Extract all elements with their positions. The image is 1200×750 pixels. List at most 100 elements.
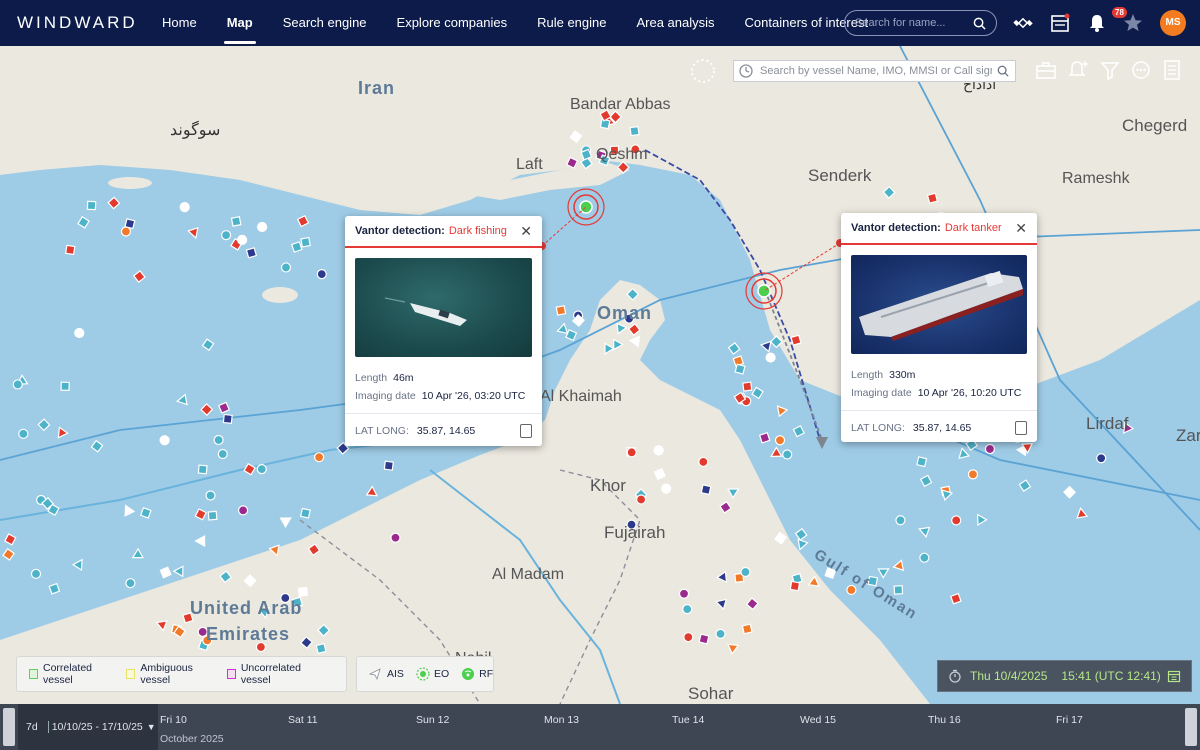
vessel-search-input[interactable] <box>760 65 992 77</box>
vessel-marker[interactable] <box>700 484 712 496</box>
vessel-marker[interactable] <box>86 200 97 211</box>
vessel-marker[interactable] <box>714 597 728 611</box>
vessel-marker[interactable] <box>774 435 786 446</box>
vessel-marker[interactable] <box>159 435 170 446</box>
copy-icon[interactable] <box>1015 420 1027 435</box>
vessel-marker[interactable] <box>201 338 215 352</box>
vessel-marker[interactable] <box>882 185 896 199</box>
vessel-marker[interactable] <box>1018 479 1032 492</box>
legend-item-correlated[interactable]: Correlated vessel <box>29 662 114 686</box>
vessel-marker[interactable] <box>290 241 303 253</box>
vessel-marker[interactable] <box>172 565 184 578</box>
nav-map[interactable]: Map <box>212 0 268 46</box>
vessel-marker[interactable] <box>628 335 641 348</box>
vessel-marker[interactable] <box>555 305 567 316</box>
vessel-marker[interactable] <box>315 642 327 655</box>
vessel-marker[interactable] <box>682 604 693 615</box>
vessel-marker[interactable] <box>176 393 188 407</box>
vessel-marker[interactable] <box>107 196 121 210</box>
timeline-day[interactable]: Mon 13 <box>544 714 579 726</box>
more-options-icon[interactable] <box>1129 58 1153 82</box>
vessel-marker[interactable] <box>279 514 294 528</box>
vessel-marker[interactable] <box>297 586 308 597</box>
vessel-marker[interactable] <box>317 623 331 637</box>
vessel-marker[interactable] <box>280 262 292 273</box>
vessel-marker[interactable] <box>257 221 268 233</box>
vessel-marker[interactable] <box>892 559 905 572</box>
vessel-marker[interactable] <box>949 592 962 605</box>
timeline-right-handle[interactable] <box>1185 708 1197 746</box>
vessel-marker[interactable] <box>741 623 753 635</box>
vessel-marker[interactable] <box>626 287 640 301</box>
vessel-marker[interactable] <box>2 548 15 561</box>
vessel-marker[interactable] <box>197 464 208 475</box>
vessel-marker[interactable] <box>1096 453 1107 464</box>
copy-icon[interactable] <box>520 423 532 438</box>
vessel-marker[interactable] <box>48 582 61 595</box>
vessel-marker[interactable] <box>217 401 231 414</box>
timeline-range-selector[interactable]: 7d 10/10/25 - 17/10/25 ▼ <box>18 704 158 750</box>
vessel-marker[interactable] <box>789 580 801 592</box>
vessel-marker[interactable] <box>245 247 258 259</box>
vessel-marker[interactable] <box>919 474 933 488</box>
close-icon[interactable]: ✕ <box>520 223 532 240</box>
vessel-marker[interactable] <box>219 570 233 584</box>
toolbox-icon[interactable] <box>1034 58 1058 82</box>
vessel-marker[interactable] <box>918 524 931 538</box>
vessel-marker[interactable] <box>237 234 248 246</box>
vessel-marker[interactable] <box>121 503 136 517</box>
vessel-marker[interactable] <box>774 403 789 418</box>
vessel-marker[interactable] <box>124 218 136 230</box>
vessel-marker[interactable] <box>64 244 76 256</box>
vessel-marker[interactable] <box>243 462 256 476</box>
vessel-marker[interactable] <box>37 418 51 432</box>
vessel-marker[interactable] <box>629 125 640 137</box>
vessel-marker[interactable] <box>661 483 672 494</box>
vessel-marker[interactable] <box>727 641 740 655</box>
legend-item-uncorrelated[interactable]: Uncorrelated vessel <box>226 662 322 686</box>
timeline-day[interactable]: Wed 15 <box>800 714 836 726</box>
vessel-marker[interactable] <box>758 431 771 444</box>
vessel-marker[interactable] <box>698 456 709 468</box>
stopwatch-icon[interactable] <box>948 669 962 683</box>
vessel-marker[interactable] <box>973 512 988 526</box>
vessel-marker[interactable] <box>4 533 17 546</box>
vessel-marker[interactable] <box>230 216 242 227</box>
filter-icon[interactable] <box>1098 58 1122 82</box>
vessel-marker[interactable] <box>18 428 29 439</box>
vessel-marker[interactable] <box>919 552 930 563</box>
windward-logo[interactable]: WINDWARD <box>17 13 147 33</box>
vessel-marker[interactable] <box>90 439 104 453</box>
vessel-marker[interactable] <box>139 506 152 519</box>
nav-rule-engine[interactable]: Rule engine <box>522 0 621 46</box>
vessel-marker[interactable] <box>390 532 401 543</box>
add-alert-icon[interactable] <box>1066 58 1090 82</box>
vessel-marker[interactable] <box>296 214 310 228</box>
vessel-marker[interactable] <box>769 446 783 461</box>
timeline-bar[interactable]: 7d 10/10/25 - 17/10/25 ▼ Fri 10 Sat 11 S… <box>0 704 1200 750</box>
vessel-marker[interactable] <box>877 565 891 579</box>
vessel-marker[interactable] <box>316 269 327 280</box>
vessel-marker[interactable] <box>194 534 206 548</box>
history-clock-icon[interactable] <box>738 63 754 79</box>
vessel-marker[interactable] <box>221 230 232 241</box>
nav-search-engine[interactable]: Search engine <box>268 0 382 46</box>
vessel-marker[interactable] <box>740 566 751 578</box>
vessel-marker[interactable] <box>627 323 641 337</box>
vessel-marker[interactable] <box>895 515 906 526</box>
vessel-marker[interactable] <box>60 381 70 392</box>
vessel-marker[interactable] <box>300 236 311 248</box>
vessel-marker[interactable] <box>237 505 249 516</box>
vessel-marker[interactable] <box>194 508 207 521</box>
vessel-marker[interactable] <box>365 485 380 500</box>
nav-explore-companies[interactable]: Explore companies <box>382 0 523 46</box>
vessel-marker[interactable] <box>383 460 394 471</box>
vessel-marker[interactable] <box>727 485 741 499</box>
vessel-marker[interactable] <box>782 449 793 460</box>
vessel-marker[interactable] <box>745 597 759 611</box>
timeline-day[interactable]: Fri 17 <box>1056 714 1083 726</box>
star-icon[interactable] <box>1122 12 1144 34</box>
user-avatar[interactable]: MS <box>1160 10 1186 36</box>
vessel-marker[interactable] <box>200 403 214 417</box>
vessel-marker[interactable] <box>187 226 200 240</box>
